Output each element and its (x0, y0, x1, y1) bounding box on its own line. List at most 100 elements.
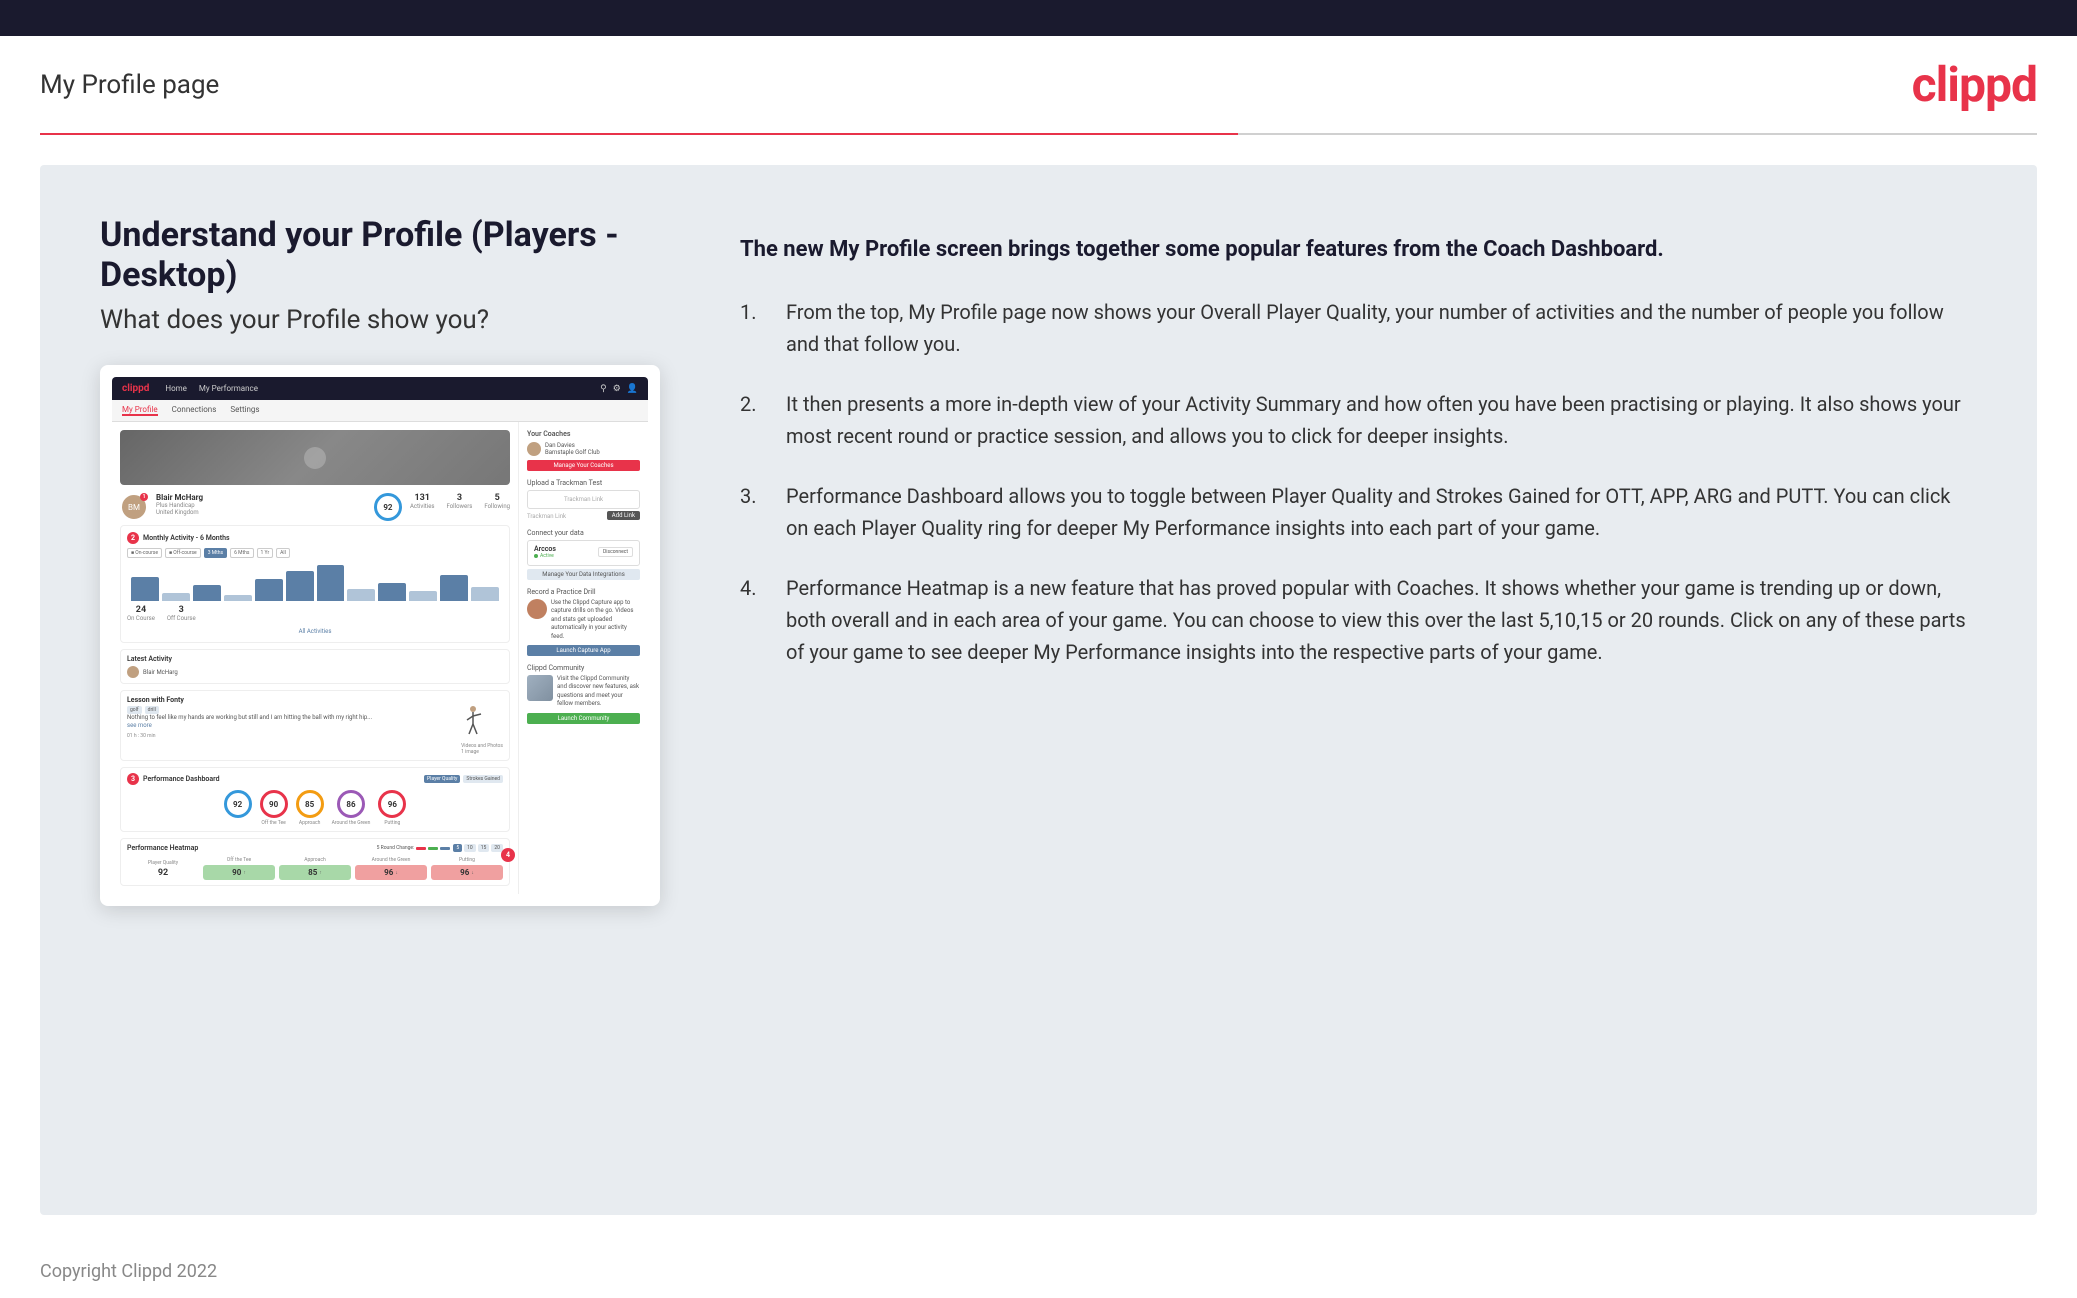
mockup-logo: clippd (122, 383, 149, 394)
list-item-1: 1. From the top, My Profile page now sho… (740, 296, 1977, 360)
heatmap-arg-box[interactable]: 96 ↓ (355, 865, 427, 880)
stat-followers: 3 Followers (446, 493, 472, 510)
round-5-btn[interactable]: 5 (453, 844, 462, 852)
profile-info-row: BM 1 Blair McHarg Plus Handicap United K… (120, 493, 510, 521)
heatmap-putting-box[interactable]: 96 ↓ (431, 865, 503, 880)
disconnect-btn[interactable]: Disconnect (598, 547, 633, 557)
upload-title: Upload a Trackman Test (527, 479, 640, 487)
left-column: Understand your Profile (Players - Deskt… (100, 215, 660, 1165)
bar-7 (317, 565, 345, 601)
subnav-connections[interactable]: Connections (172, 405, 217, 416)
add-link-btn[interactable]: Add Link (607, 511, 640, 520)
lesson-right: Videos and Photos 1 image (461, 706, 503, 755)
list-text-3: Performance Dashboard allows you to togg… (786, 480, 1977, 544)
upload-box: Trackman Link (527, 490, 640, 509)
community-title: Clippd Community (527, 664, 640, 672)
connect-name: Arccos (534, 545, 556, 553)
page-title: My Profile page (40, 70, 219, 100)
ring-arg-circle[interactable]: 86 (337, 790, 365, 818)
see-more-link[interactable]: see more (127, 722, 152, 729)
toggle-1-year[interactable]: 1 Yr (257, 548, 274, 558)
ring-off-tee-label: Off the Tee (261, 820, 285, 826)
ring-approach-circle[interactable]: 85 (296, 790, 324, 818)
bar-2 (162, 593, 190, 601)
heatmap-putting-label: Putting (431, 857, 503, 863)
list-text-2: It then presents a more in-depth view of… (786, 388, 1977, 452)
list-text-4: Performance Heatmap is a new feature tha… (786, 572, 1977, 668)
ring-putting-circle[interactable]: 96 (378, 790, 406, 818)
subnav-my-profile[interactable]: My Profile (122, 405, 158, 416)
manage-coaches-btn[interactable]: Manage Your Coaches (527, 460, 640, 471)
upload-input-row: Trackman Link Add Link (527, 511, 640, 521)
toggle-player-quality[interactable]: Player Quality (424, 775, 460, 783)
heatmap-approach-label: Approach (279, 857, 351, 863)
lesson-left: golf drill Nothing to feel like my hands… (127, 706, 455, 755)
toggle-off-course[interactable]: ■ Off-course (165, 548, 201, 558)
ring-off-tee: 90 Off the Tee (260, 790, 288, 826)
footer-text: Copyright Clippd 2022 (40, 1261, 217, 1282)
round-15-btn[interactable]: 15 (478, 844, 490, 852)
ring-arg-label: Around the Green (332, 820, 371, 826)
drill-text: Use the Clippd Capture app to capture dr… (551, 599, 640, 641)
round-10-btn[interactable]: 10 (464, 844, 476, 852)
toggle-6-months[interactable]: 6 Mths (230, 548, 253, 558)
all-activities-link[interactable]: All Activities (299, 628, 332, 635)
trend-down-indicator (416, 847, 426, 850)
lesson-content: golf drill Nothing to feel like my hands… (127, 706, 503, 755)
nav-my-performance: My Performance (199, 384, 258, 393)
launch-app-btn[interactable]: Launch Capture App (527, 645, 640, 656)
launch-community-btn[interactable]: Launch Community (527, 713, 640, 724)
list-num-2: 2. (740, 388, 770, 452)
connect-status-dot (534, 554, 538, 558)
subnav-settings[interactable]: Settings (230, 405, 259, 416)
heatmap-controls: 5 Round Change: 5 10 15 20 (377, 844, 503, 852)
upload-section: Upload a Trackman Test Trackman Link Tra… (527, 479, 640, 521)
round-buttons: 5 10 15 20 (453, 844, 503, 852)
toggle-all[interactable]: All (276, 548, 290, 558)
nav-home: Home (165, 384, 187, 393)
drill-avatar (527, 599, 547, 619)
drill-item: Use the Clippd Capture app to capture dr… (527, 599, 640, 641)
heatmap-approach-box[interactable]: 85 ↑ (279, 865, 351, 880)
activity-title: Monthly Activity - 6 Months (143, 534, 230, 542)
off-course-label: Off Course (167, 615, 196, 622)
stat-following: 5 Following (484, 493, 510, 510)
rings-row: 92 90 Off the Tee 85 Approach (127, 790, 503, 826)
list-text-1: From the top, My Profile page now shows … (786, 296, 1977, 360)
connect-status-text: Active (540, 553, 554, 559)
activities-label: Activities (410, 503, 435, 510)
approach-trend: ↑ (319, 870, 322, 876)
heatmap-ott-box[interactable]: 90 ↑ (203, 865, 275, 880)
perf-header: 3 Performance Dashboard Player Quality S… (127, 773, 503, 785)
toggle-on-course[interactable]: ■ On-course (127, 548, 162, 558)
profile-name-block: Blair McHarg Plus Handicap United Kingdo… (156, 493, 366, 516)
lesson-tag-2: drill (145, 706, 159, 714)
putting-trend: ↓ (471, 870, 474, 876)
search-icon: ⚲ (600, 384, 607, 394)
toggle-strokes-gained[interactable]: Strokes Gained (463, 775, 503, 783)
perf-title: Performance Dashboard (143, 775, 220, 783)
toggle-3-months[interactable]: 3 Mths (204, 548, 227, 558)
section-title: Understand your Profile (Players - Deskt… (100, 215, 660, 295)
heatmap-ott-label: Off the Tee (203, 857, 275, 863)
off-course-total: 3 Off Course (167, 605, 196, 622)
latest-activity-title: Latest Activity (127, 655, 503, 663)
circle-4: 4 (501, 848, 515, 862)
lesson-text: Nothing to feel like my hands are workin… (127, 714, 455, 731)
latest-activity-section: Latest Activity Blair McHarg (120, 649, 510, 684)
lesson-tags: golf drill (127, 706, 455, 714)
connect-status: Active (534, 553, 556, 559)
performance-dashboard: 3 Performance Dashboard Player Quality S… (120, 767, 510, 832)
list-item-3: 3. Performance Dashboard allows you to t… (740, 480, 1977, 544)
ring-putting: 96 Putting (378, 790, 406, 826)
heatmap-pq-val: 92 (127, 868, 199, 878)
ring-off-tee-circle[interactable]: 90 (260, 790, 288, 818)
activity-toggle-row: ■ On-course ■ Off-course 3 Mths 6 Mths 1… (127, 548, 503, 558)
upload-placeholder: Trackman Link (533, 496, 634, 503)
manage-data-btn[interactable]: Manage Your Data Integrations (527, 569, 640, 580)
ring-overall-circle[interactable]: 92 (224, 790, 252, 818)
coaches-section: Your Coaches Dan Davies Barnstaple Golf … (527, 430, 640, 471)
on-course-label: On Course (127, 615, 155, 622)
heatmap-ott-col: Off the Tee 90 ↑ (203, 857, 275, 880)
activity-item-name: Blair McHarg (143, 669, 178, 676)
